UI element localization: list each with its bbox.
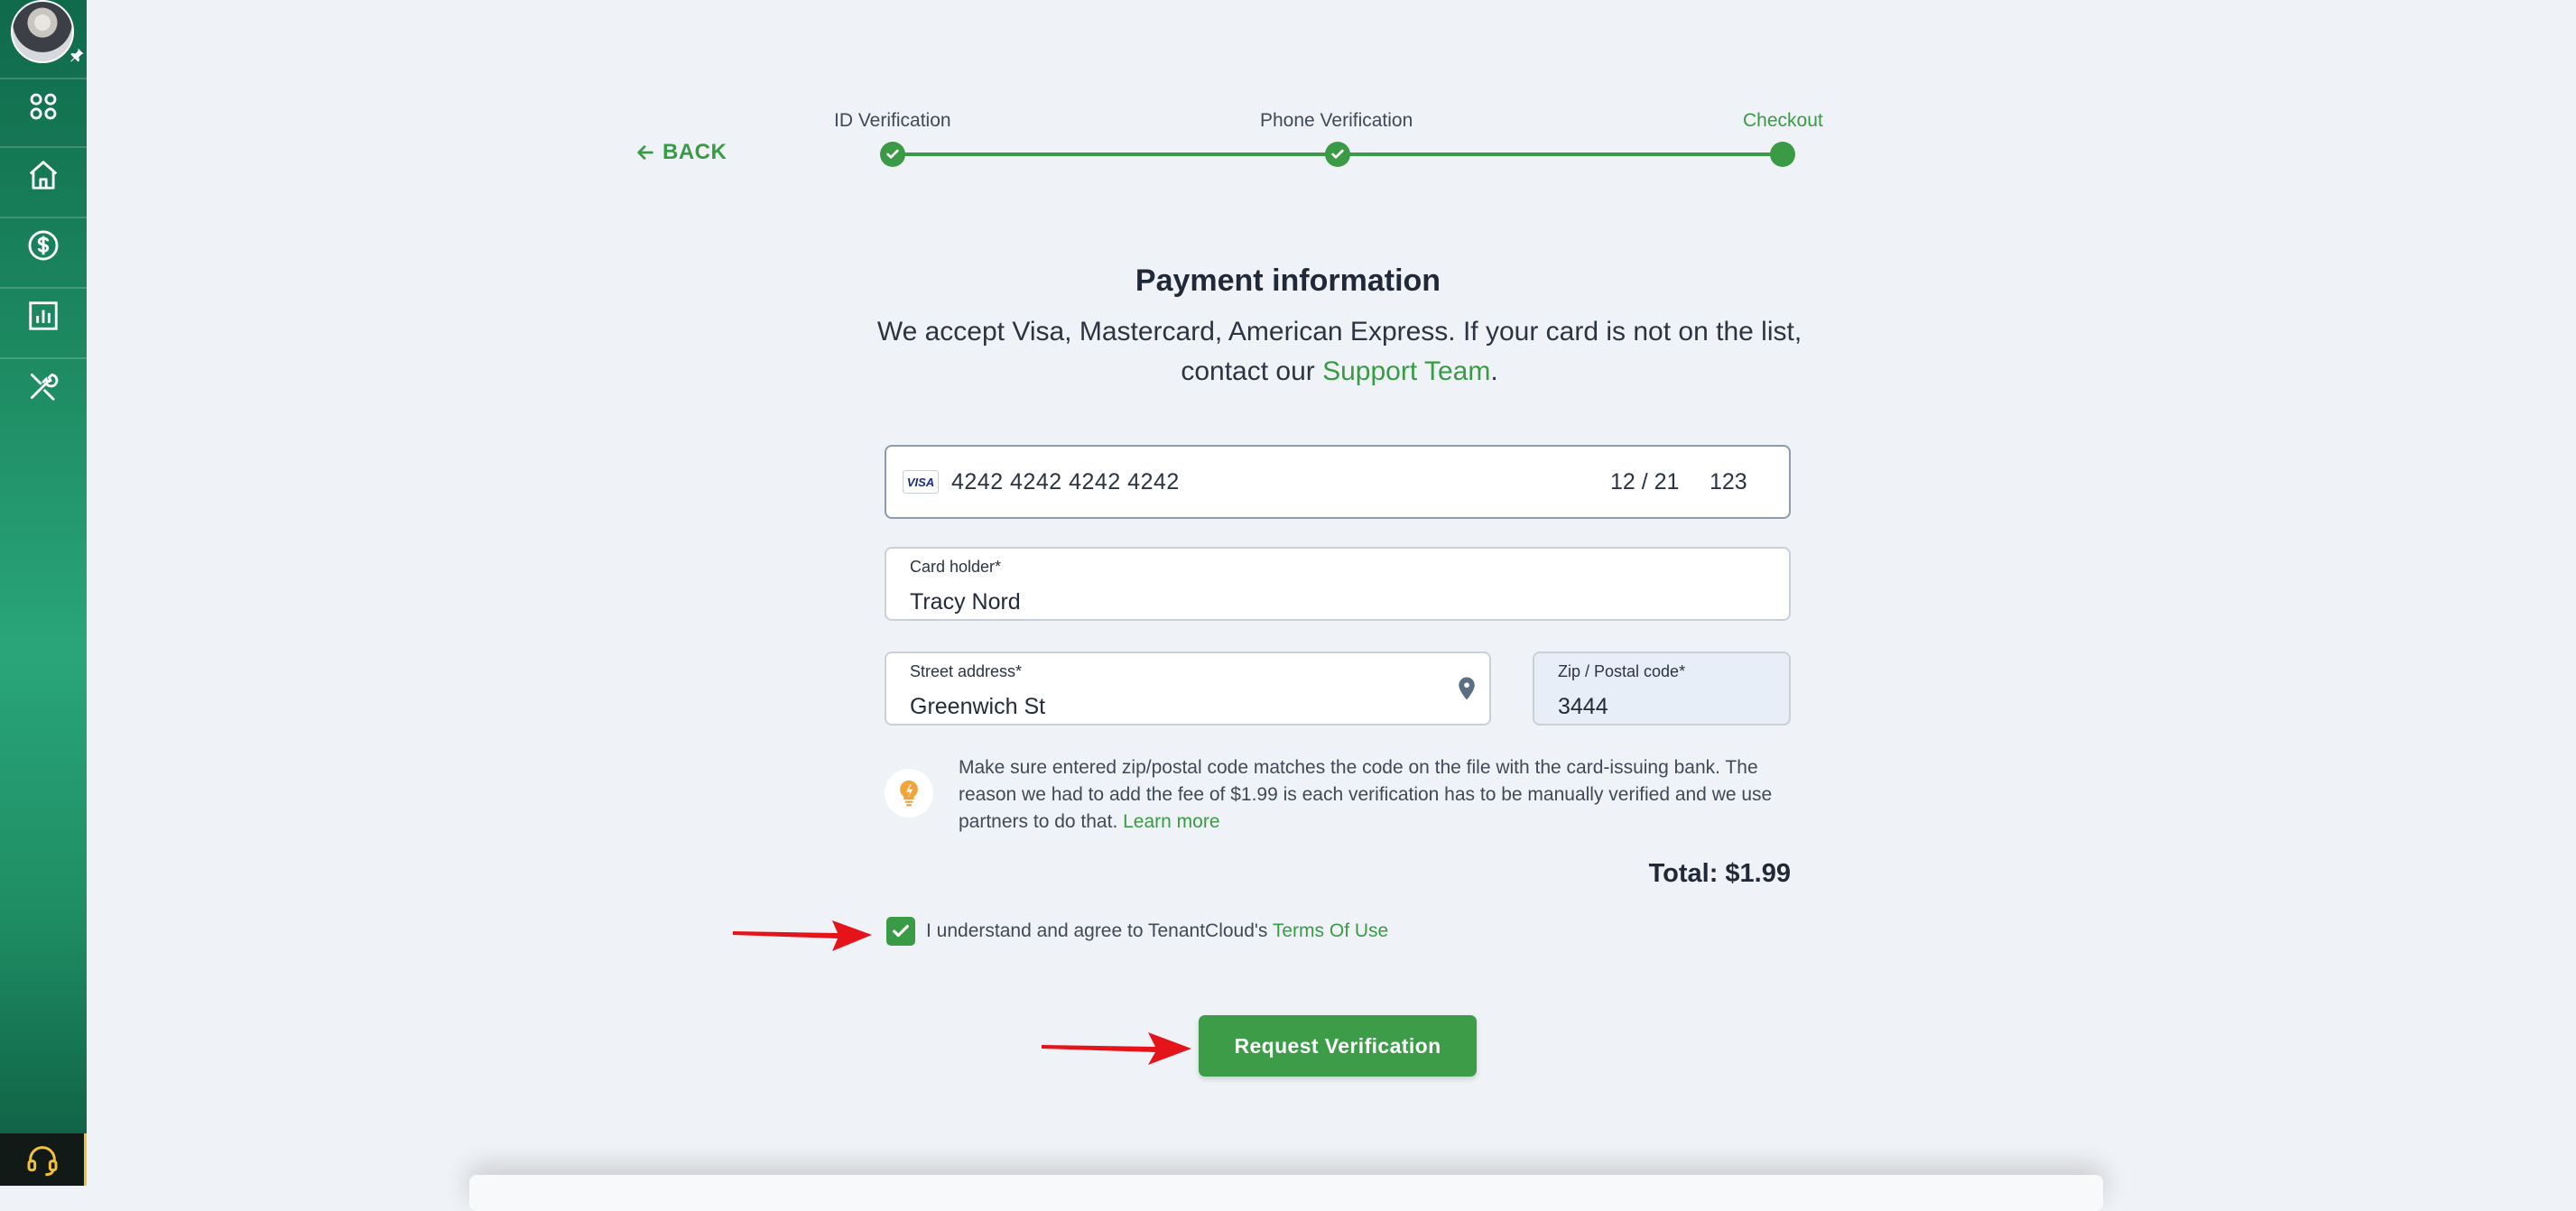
terms-of-use-link[interactable]: Terms Of Use	[1273, 920, 1388, 941]
headset-icon	[27, 1146, 58, 1177]
card-expiry-value[interactable]: 12 / 21	[1610, 469, 1682, 495]
user-avatar[interactable]	[11, 0, 74, 63]
back-button[interactable]: BACK	[635, 140, 727, 165]
pin-icon	[69, 47, 85, 68]
total-amount: Total: $1.99	[1648, 859, 1791, 888]
terms-text: I understand and agree to TenantCloud's …	[926, 920, 1388, 942]
card-holder-label: Card holder*	[910, 558, 1002, 576]
terms-row: I understand and agree to TenantCloud's …	[886, 917, 1388, 946]
learn-more-link[interactable]: Learn more	[1123, 811, 1219, 832]
home-icon[interactable]	[18, 150, 69, 200]
check-icon	[886, 149, 899, 159]
request-verification-button[interactable]: Request Verification	[1199, 1015, 1477, 1077]
zip-code-label: Zip / Postal code*	[1558, 662, 1686, 680]
card-input[interactable]: VISA 4242 4242 4242 4242 12 / 21 123	[885, 445, 1791, 519]
card-number-value[interactable]: 4242 4242 4242 4242	[951, 469, 1610, 495]
step-dot-id-verification	[880, 142, 905, 167]
terms-label: I understand and agree to TenantCloud's	[926, 920, 1268, 941]
terms-checkbox[interactable]	[886, 917, 915, 946]
support-button[interactable]	[0, 1133, 87, 1186]
page-title: Payment information	[1135, 263, 1441, 298]
street-address-value[interactable]: Greenwich St	[910, 694, 1489, 720]
card-holder-field[interactable]: Card holder* Tracy Nord	[885, 547, 1791, 621]
subtitle-period: .	[1490, 356, 1498, 386]
lightbulb-icon	[885, 769, 933, 818]
step-label-checkout: Checkout	[1743, 110, 1823, 131]
annotation-arrow-icon	[1042, 1032, 1191, 1065]
step-label-phone-verification: Phone Verification	[1260, 110, 1413, 131]
footer-edge	[469, 1175, 2103, 1211]
step-dot-phone-verification	[1325, 142, 1350, 167]
arrow-left-icon	[637, 145, 653, 160]
step-label-id-verification: ID Verification	[834, 110, 951, 131]
check-icon	[1331, 149, 1344, 159]
zip-code-value[interactable]: 3444	[1558, 694, 1789, 720]
sidebar	[0, 0, 87, 1186]
info-text: Make sure entered zip/postal code matche…	[959, 757, 1773, 832]
card-cvc-value[interactable]: 123	[1710, 469, 1789, 495]
street-address-field[interactable]: Street address* Greenwich St	[885, 652, 1491, 726]
apps-grid-icon[interactable]	[18, 81, 69, 132]
zip-code-field[interactable]: Zip / Postal code* 3444	[1533, 652, 1791, 726]
check-icon	[893, 924, 909, 938]
visa-card-icon: VISA	[903, 470, 939, 494]
annotation-arrow-icon	[733, 920, 872, 951]
support-team-link[interactable]: Support Team	[1322, 356, 1490, 386]
location-pin-icon[interactable]	[1453, 675, 1480, 707]
tools-icon[interactable]	[18, 361, 69, 411]
card-holder-value[interactable]: Tracy Nord	[910, 589, 1789, 615]
step-dot-checkout	[1770, 142, 1795, 167]
street-address-label: Street address*	[910, 662, 1023, 680]
info-message: Make sure entered zip/postal code matche…	[959, 754, 1780, 836]
page-subtitle: We accept Visa, Mastercard, American Exp…	[876, 312, 1803, 392]
back-label: BACK	[663, 140, 727, 164]
